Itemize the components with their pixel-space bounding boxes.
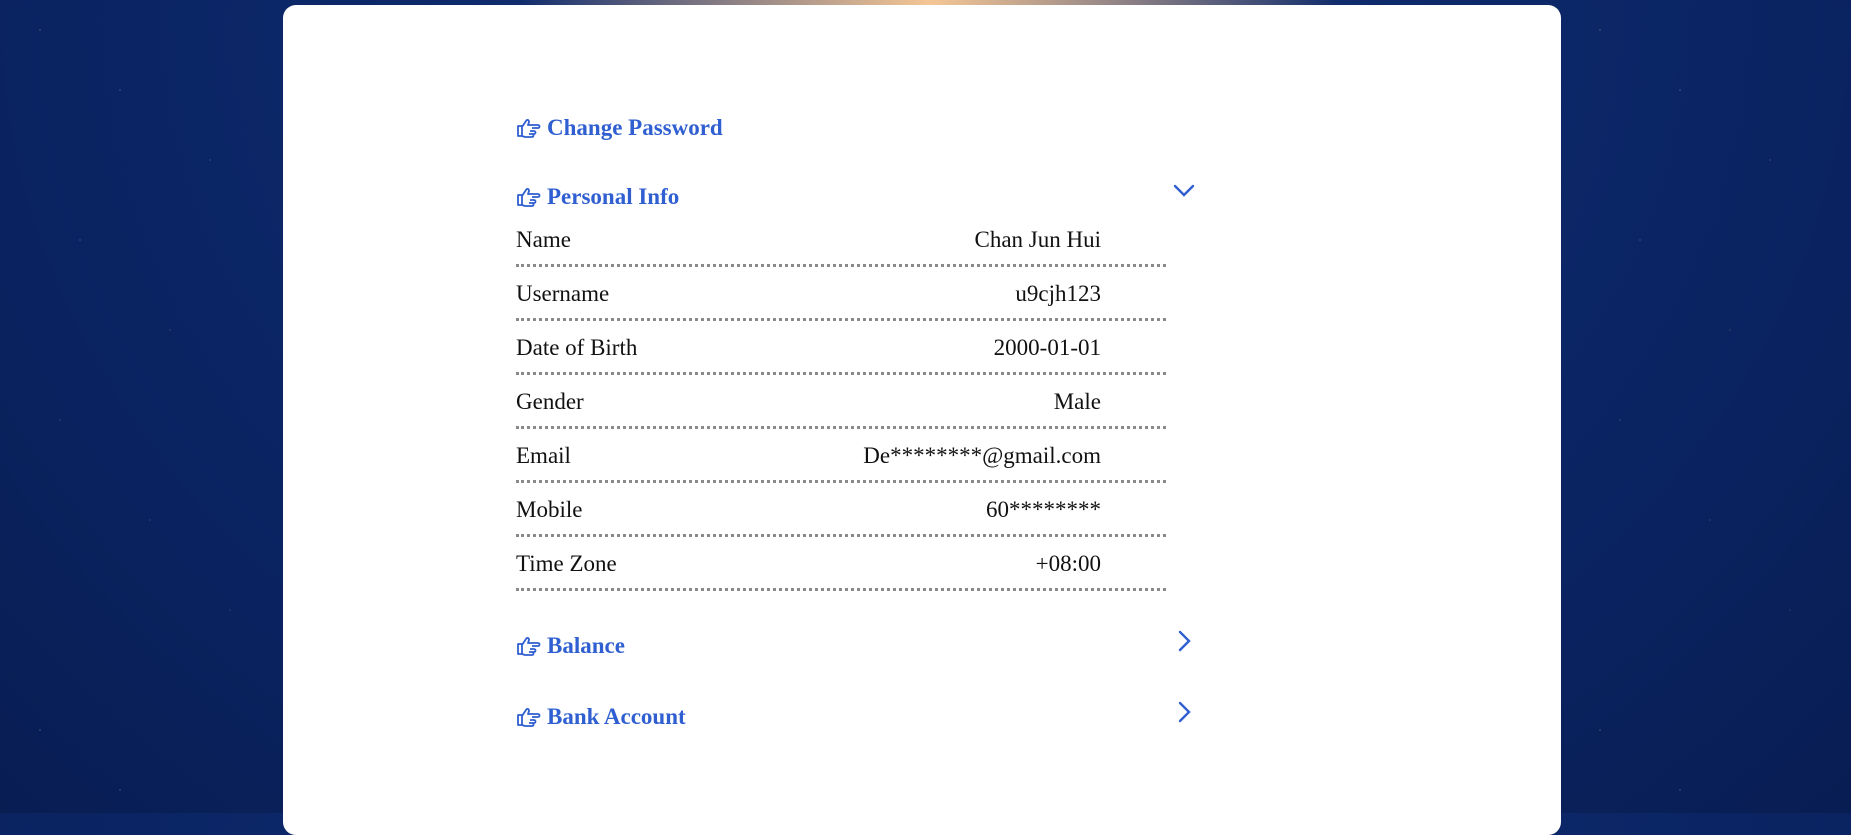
pointing-hand-icon	[516, 706, 542, 728]
row-value: 60********	[986, 496, 1101, 522]
row-label: Time Zone	[516, 550, 617, 576]
pointing-hand-icon	[516, 635, 542, 657]
info-row-name: Name Chan Jun Hui	[516, 215, 1166, 267]
info-row-gender: Gender Male	[516, 377, 1166, 429]
chevron-right-icon[interactable]	[1172, 700, 1196, 724]
row-value: Male	[1053, 388, 1101, 414]
account-card: Change Password Personal Info Name Chan …	[283, 5, 1561, 835]
info-row-date-of-birth: Date of Birth 2000-01-01	[516, 323, 1166, 375]
info-row-mobile: Mobile 60********	[516, 485, 1166, 537]
row-label: Gender	[516, 388, 584, 414]
info-row-email: Email De********@gmail.com	[516, 431, 1166, 483]
row-label: Mobile	[516, 496, 583, 522]
personal-info-header[interactable]: Personal Info	[516, 180, 1196, 214]
row-label: Username	[516, 280, 610, 306]
chevron-down-icon[interactable]	[1172, 178, 1196, 202]
row-label: Email	[516, 442, 571, 468]
section-title: Change Password	[547, 115, 723, 140]
section-title: Bank Account	[547, 704, 686, 729]
row-label: Name	[516, 226, 571, 252]
bank-account-header[interactable]: Bank Account	[516, 700, 1196, 734]
row-label: Date of Birth	[516, 334, 638, 360]
info-row-username: Username u9cjh123	[516, 269, 1166, 321]
pointing-hand-icon	[516, 186, 542, 208]
row-value: 2000-01-01	[993, 334, 1101, 360]
row-value: +08:00	[1035, 550, 1101, 576]
change-password-header[interactable]: Change Password	[516, 111, 1196, 145]
row-value: u9cjh123	[1015, 280, 1101, 306]
personal-info-list: Name Chan Jun Hui Username u9cjh123 Date…	[516, 215, 1166, 593]
info-row-time-zone: Time Zone +08:00	[516, 539, 1166, 591]
row-value: De********@gmail.com	[863, 442, 1101, 468]
chevron-right-icon[interactable]	[1172, 629, 1196, 653]
balance-header[interactable]: Balance	[516, 629, 1196, 663]
row-value: Chan Jun Hui	[974, 226, 1102, 252]
pointing-hand-icon	[516, 117, 542, 139]
section-title: Personal Info	[547, 184, 680, 209]
section-title: Balance	[547, 633, 625, 658]
